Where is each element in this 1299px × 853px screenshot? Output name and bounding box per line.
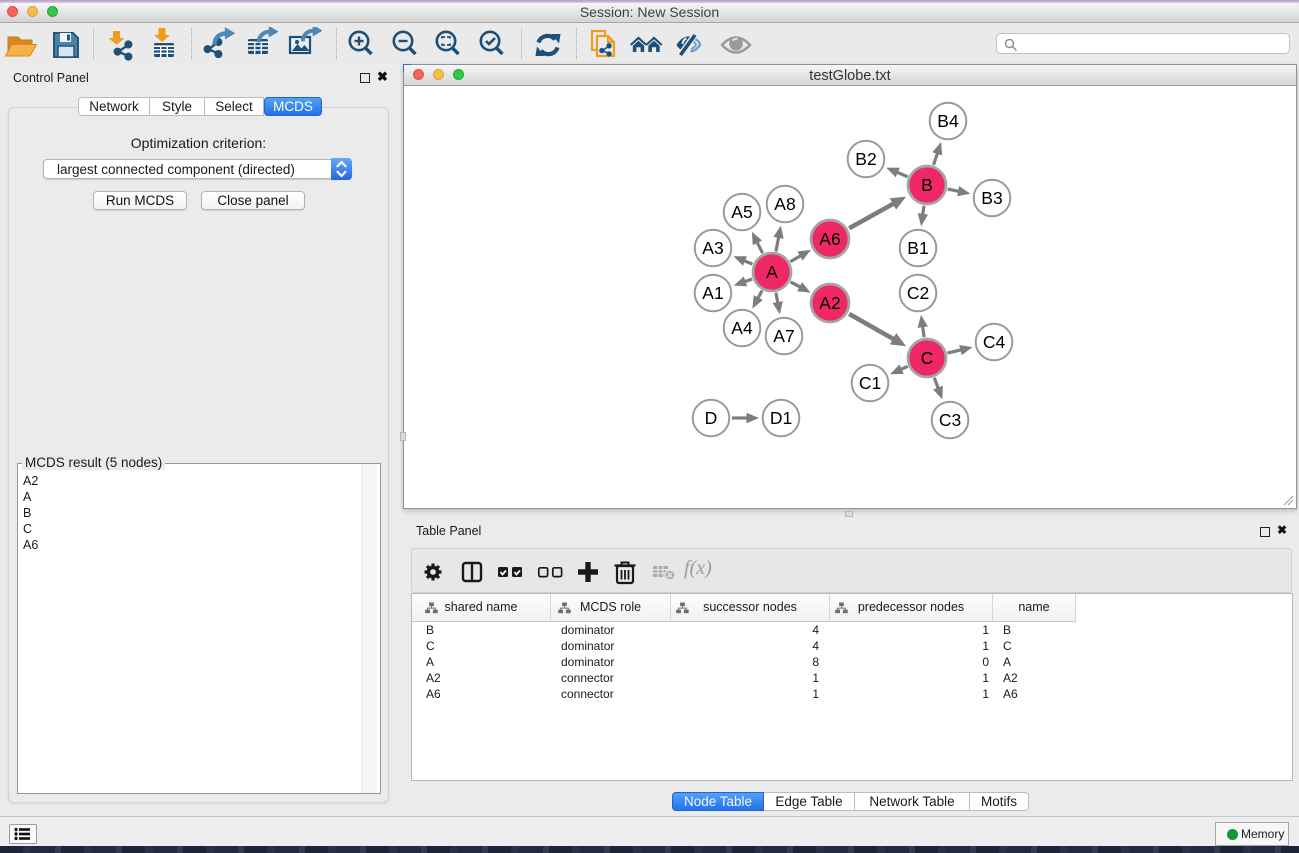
svg-text:A7: A7 — [773, 326, 794, 346]
svg-text:C2: C2 — [907, 283, 929, 303]
svg-text:B4: B4 — [937, 111, 959, 131]
svg-text:A8: A8 — [774, 194, 795, 214]
svg-text:B: B — [921, 175, 933, 195]
svg-text:A4: A4 — [731, 318, 753, 338]
svg-text:B2: B2 — [855, 149, 876, 169]
svg-text:A1: A1 — [702, 283, 723, 303]
svg-text:A: A — [766, 262, 778, 282]
svg-text:C1: C1 — [859, 373, 881, 393]
svg-text:D1: D1 — [770, 408, 792, 428]
svg-text:B3: B3 — [981, 188, 1002, 208]
svg-text:C4: C4 — [983, 332, 1006, 352]
svg-text:A5: A5 — [731, 202, 752, 222]
svg-text:A2: A2 — [819, 293, 840, 313]
svg-text:C: C — [921, 348, 934, 368]
svg-text:A6: A6 — [819, 229, 840, 249]
svg-text:C3: C3 — [939, 410, 961, 430]
svg-text:B1: B1 — [907, 238, 928, 258]
svg-text:A3: A3 — [702, 238, 723, 258]
svg-text:D: D — [705, 408, 718, 428]
